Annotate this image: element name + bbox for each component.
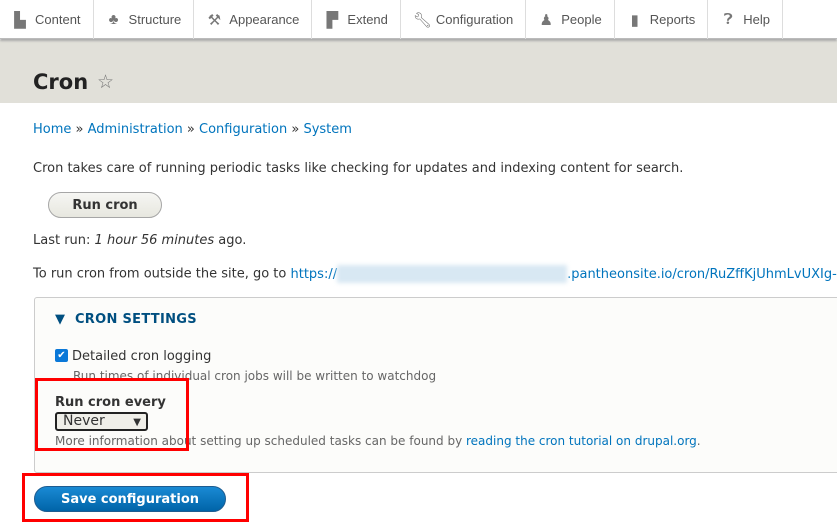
toolbar-reports[interactable]: ▮ Reports <box>615 0 709 39</box>
breadcrumb-system[interactable]: System <box>303 122 351 137</box>
toolbar-help[interactable]: ❓︎ Help <box>708 0 783 39</box>
wrench-icon: 🔧︎ <box>412 11 432 29</box>
breadcrumb-separator: » <box>291 122 300 137</box>
toolbar-label: Configuration <box>435 12 514 27</box>
cron-url-line: To run cron from outside the site, go to… <box>33 265 837 283</box>
star-icon[interactable]: ☆ <box>97 71 114 93</box>
toolbar-content[interactable]: ▙ Content <box>0 0 94 39</box>
url-end: .pantheonsite.io/cron/RuZffKjUhmLvUXIg-I <box>567 266 837 282</box>
select-value: Never <box>63 413 105 429</box>
url-prefix: To run cron from outside the site, go to <box>33 266 291 282</box>
logging-help: Run times of individual cron jobs will b… <box>73 369 437 383</box>
last-run-value: 1 hour 56 minutes <box>94 233 215 248</box>
breadcrumb-administration[interactable]: Administration <box>88 122 183 137</box>
toolbar-label: People <box>561 12 602 27</box>
page-header: Cron ☆ <box>0 40 837 103</box>
logging-checkbox[interactable]: ✔ <box>55 349 68 362</box>
breadcrumb-separator: » <box>75 122 84 137</box>
file-icon: ▙ <box>14 11 26 29</box>
url-start: https:// <box>290 266 338 282</box>
help-icon: ❓︎ <box>723 11 733 28</box>
sitemap-icon: ♣ <box>108 11 119 28</box>
description: Cron takes care of running periodic task… <box>33 161 684 176</box>
paintbrush-icon: ⚒ <box>207 11 222 29</box>
toolbar-extend[interactable]: ▛ Extend <box>312 0 401 39</box>
breadcrumb-home[interactable]: Home <box>33 122 71 137</box>
help-suffix: . <box>696 434 701 448</box>
toolbar-label: Reports <box>649 12 696 27</box>
breadcrumb-separator: » <box>186 122 195 137</box>
cron-settings-toggle[interactable]: ▼ CRON SETTINGS <box>55 312 197 327</box>
legend-label: CRON SETTINGS <box>74 312 197 327</box>
dropdown-arrow-icon: ▼ <box>133 417 141 428</box>
page-title: Cron <box>33 70 89 94</box>
bar-chart-icon: ▮ <box>630 11 639 29</box>
run-every-label: Run cron every <box>55 395 166 410</box>
puzzle-icon: ▛ <box>326 11 339 29</box>
toolbar-people[interactable]: ♟ People <box>526 0 615 39</box>
cron-tutorial-link[interactable]: reading the cron tutorial on drupal.org <box>466 434 697 448</box>
toolbar-configuration[interactable]: 🔧︎ Configuration <box>401 0 527 39</box>
toolbar-label: Extend <box>347 12 388 27</box>
last-run: Last run: 1 hour 56 minutes ago. <box>33 233 246 248</box>
run-cron-button[interactable]: Run cron <box>48 192 162 218</box>
triangle-down-icon: ▼ <box>55 312 66 327</box>
breadcrumb-configuration[interactable]: Configuration <box>199 122 287 137</box>
cron-url-link[interactable]: https:// .pantheonsite.io/cron/RuZffKjUhm… <box>290 265 837 283</box>
people-icon: ♟ <box>539 11 553 29</box>
last-run-prefix: Last run: <box>33 233 95 248</box>
cron-settings-fieldset: ▼ CRON SETTINGS ✔ Detailed cron logging … <box>34 297 837 473</box>
toolbar-label: Help <box>743 12 770 27</box>
last-run-suffix: ago. <box>214 233 247 248</box>
redacted-blur <box>337 265 568 283</box>
breadcrumb: Home » Administration » Configuration » … <box>33 122 352 137</box>
logging-label[interactable]: Detailed cron logging <box>72 349 211 364</box>
toolbar-structure[interactable]: ♣ Structure <box>94 0 195 39</box>
toolbar-label: Structure <box>128 12 182 27</box>
run-every-help: More information about setting up schedu… <box>55 434 701 448</box>
run-every-select[interactable]: Never ▼ <box>55 412 148 431</box>
help-prefix: More information about setting up schedu… <box>55 434 466 448</box>
save-configuration-button[interactable]: Save configuration <box>34 486 226 512</box>
toolbar-label: Appearance <box>229 12 300 27</box>
toolbar-label: Content <box>35 12 81 27</box>
admin-toolbar: ▙ Content ♣ Structure ⚒ Appearance ▛ Extend … <box>0 0 837 39</box>
toolbar-appearance[interactable]: ⚒ Appearance <box>194 0 313 39</box>
